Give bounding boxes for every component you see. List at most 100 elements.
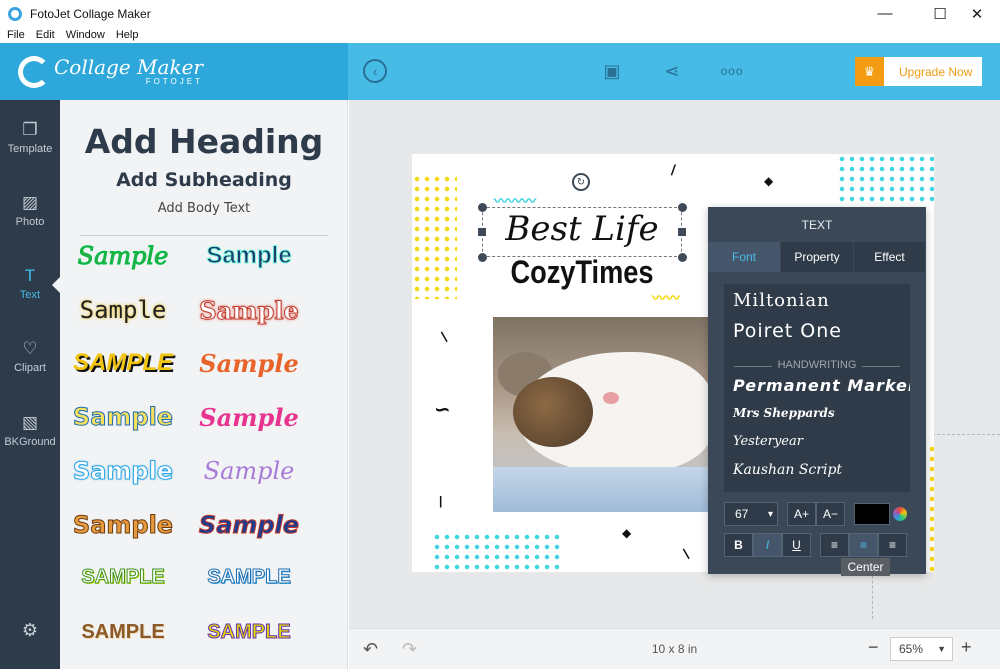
text-style-sample[interactable]: Sample [63, 457, 183, 486]
menu-help[interactable]: Help [116, 29, 139, 41]
sidebar-item-bkground[interactable]: ▧ BKGround [0, 400, 60, 460]
upgrade-label: Upgrade Now [899, 64, 973, 79]
canvas-text-cozytimes[interactable]: CozyTimes [497, 254, 667, 291]
cat-photo[interactable] [493, 317, 715, 512]
align-right-icon[interactable]: ≡ [878, 533, 907, 557]
text-style-sample[interactable]: Sample [63, 403, 183, 432]
font-option[interactable]: Permanent Marker [733, 376, 910, 395]
tab-font[interactable]: Font [708, 242, 781, 272]
menu-window[interactable]: Window [66, 29, 105, 41]
dash-decoration: | [439, 494, 443, 508]
sidebar-item-photo[interactable]: ▨ Photo [0, 180, 60, 240]
resize-handle[interactable] [678, 203, 687, 212]
color-picker-icon[interactable] [893, 507, 907, 521]
sidebar-item-template[interactable]: ❐ Template [0, 107, 60, 167]
font-list[interactable]: Miltonian Poiret One HANDWRITING Permane… [724, 284, 910, 492]
text-style-sample[interactable]: Sample [189, 242, 309, 270]
add-body-text-button[interactable]: Add Body Text [60, 201, 347, 216]
sidebar-item-text[interactable]: T Text [0, 253, 60, 313]
text-style-sample[interactable]: Sample [189, 403, 309, 432]
more-options-icon[interactable]: ooo [720, 59, 744, 83]
font-size-value: 67 [735, 507, 749, 521]
share-icon[interactable]: ⋖ [660, 59, 684, 83]
font-option[interactable]: Yesteryear [733, 434, 803, 449]
tooltip: Center [841, 558, 890, 576]
resize-handle[interactable] [478, 253, 487, 262]
sidebar-item-label: Text [19, 288, 41, 301]
tab-effect[interactable]: Effect [854, 242, 926, 272]
gear-icon[interactable]: ⚙ [20, 620, 40, 640]
yellow-dot-pattern [422, 214, 452, 254]
zoom-out-icon[interactable]: − [868, 637, 879, 658]
font-option[interactable]: Kaushan Script [733, 462, 842, 478]
minimize-button[interactable]: — [862, 0, 908, 27]
resize-handle[interactable] [678, 228, 686, 236]
text-color-swatch[interactable] [854, 503, 890, 525]
font-option[interactable]: Mrs Sheppards [733, 406, 835, 420]
crown-icon: ♛ [855, 57, 884, 86]
dash-decoration: | [669, 161, 678, 177]
save-icon[interactable]: ▣ [600, 59, 624, 83]
chevron-down-icon: ▾ [767, 508, 773, 520]
text-style-sample[interactable]: Sample [63, 242, 183, 271]
rotate-icon[interactable]: ↻ [572, 173, 590, 191]
resize-handle[interactable] [478, 203, 487, 212]
sidebar-item-clipart[interactable]: ♡ Clipart [0, 326, 60, 386]
blanket [493, 467, 715, 512]
selection-box[interactable] [482, 207, 682, 257]
menu-bar: File Edit Window Help [0, 27, 1000, 43]
text-icon: T [24, 265, 36, 285]
menu-file[interactable]: File [7, 29, 25, 41]
text-style-sample[interactable]: SAMPLE [189, 566, 309, 589]
text-style-sample[interactable]: Sample [189, 349, 309, 378]
underline-button[interactable]: U [782, 533, 811, 557]
close-button[interactable]: ✕ [954, 0, 1000, 27]
background-icon: ▧ [21, 412, 39, 432]
zoom-select[interactable]: 65% ▼ [890, 637, 953, 661]
tab-property[interactable]: Property [781, 242, 854, 272]
font-size-select[interactable]: 67 ▾ [724, 502, 778, 526]
align-center-icon[interactable]: ≡ [849, 533, 878, 557]
text-style-sample[interactable]: SAMPLE [189, 621, 309, 644]
resize-handle[interactable] [678, 253, 687, 262]
font-option[interactable]: Miltonian [733, 290, 830, 311]
font-option[interactable]: Poiret One [733, 320, 842, 342]
cyan-dot-pattern [837, 154, 934, 204]
zoom-value: 65% [899, 642, 924, 656]
italic-button[interactable]: I [753, 533, 782, 557]
text-style-sample[interactable]: SAMPLE [63, 349, 183, 377]
zoom-in-icon[interactable]: + [961, 637, 972, 658]
bottom-bar: ↶ ↷ 10 x 8 in − 65% ▼ + [349, 628, 1000, 669]
text-format-panel: TEXT Font Property Effect Miltonian Poir… [708, 207, 926, 574]
back-icon[interactable]: ‹ [363, 59, 387, 83]
align-left-icon[interactable]: ≡ [820, 533, 849, 557]
add-subheading-button[interactable]: Add Subheading [60, 169, 347, 191]
squiggle-decoration: ∽ [434, 399, 451, 421]
logo-main-text: Collage Maker [54, 55, 203, 79]
bold-button[interactable]: B [724, 533, 753, 557]
panel-title: TEXT [801, 218, 833, 232]
chevron-down-icon: ▼ [937, 644, 946, 654]
text-style-sample[interactable]: Sample [189, 511, 309, 540]
sidebar-item-label: Template [7, 142, 53, 155]
text-style-sample[interactable]: Sample [63, 511, 183, 540]
resize-handle[interactable] [478, 228, 486, 236]
dash-decoration: | [680, 546, 691, 560]
menu-edit[interactable]: Edit [36, 29, 55, 41]
increase-font-button[interactable]: A+ [787, 502, 816, 526]
yellow-zigzag: 〰〰 [652, 290, 680, 306]
logo-sub-text: FOTOJET [145, 77, 203, 86]
sidebar-item-label: Photo [15, 215, 45, 228]
heart-icon: ♡ [22, 338, 38, 358]
upgrade-now-button[interactable]: ♛ Upgrade Now [855, 57, 982, 86]
decrease-font-button[interactable]: A− [816, 502, 845, 526]
dash-decoration: | [438, 329, 449, 343]
text-style-sample[interactable]: Sample [189, 457, 309, 485]
text-style-sample[interactable]: SAMPLE [63, 566, 183, 589]
logo-area: Collage Maker FOTOJET [0, 43, 348, 100]
text-style-sample[interactable]: Sample [63, 296, 183, 324]
text-style-sample[interactable]: Sample [189, 296, 309, 326]
add-heading-button[interactable]: Add Heading [60, 122, 347, 161]
sidebar: ❐ Template ▨ Photo T Text ♡ Clipart ▧ BK… [0, 100, 60, 669]
text-style-sample[interactable]: SAMPLE [63, 621, 183, 644]
